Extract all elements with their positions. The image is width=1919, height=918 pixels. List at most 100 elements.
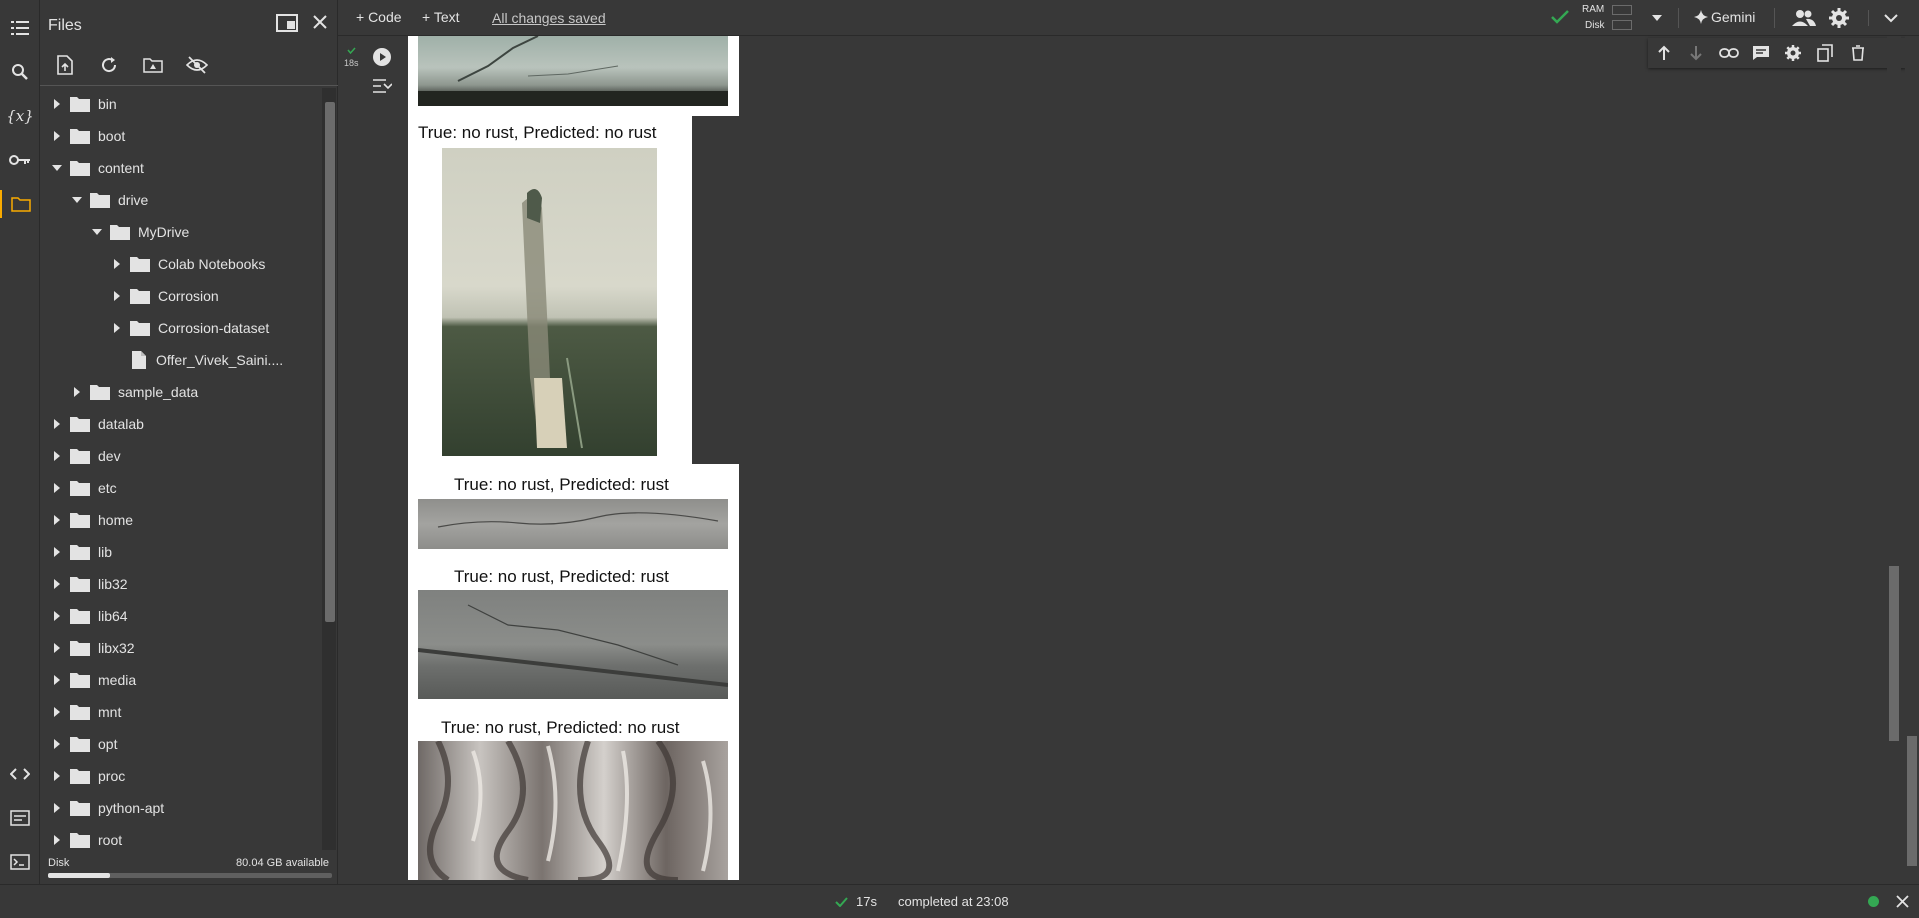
folder-row[interactable]: boot	[40, 120, 322, 152]
key-icon[interactable]	[6, 146, 34, 174]
sample-image	[418, 741, 728, 880]
folder-row[interactable]: sample_data	[40, 376, 322, 408]
caret-right-icon[interactable]	[50, 449, 64, 463]
caret-down-icon[interactable]	[90, 225, 104, 239]
folder-row[interactable]: datalab	[40, 408, 322, 440]
folder-row[interactable]: lib32	[40, 568, 322, 600]
settings-gear-icon[interactable]	[1828, 7, 1850, 29]
folder-row[interactable]: proc	[40, 760, 322, 792]
link-icon[interactable]	[1718, 43, 1739, 63]
folder-icon[interactable]	[0, 190, 40, 218]
add-text-button[interactable]: + Text	[422, 9, 460, 25]
run-cell-icon[interactable]	[372, 47, 392, 67]
prediction-caption: True: no rust, Predicted: rust	[454, 475, 669, 494]
folder-row[interactable]: lib64	[40, 600, 322, 632]
caret-right-icon[interactable]	[50, 417, 64, 431]
close-status-icon[interactable]	[1896, 895, 1909, 908]
folder-row[interactable]: home	[40, 504, 322, 536]
folder-row[interactable]: mnt	[40, 696, 322, 728]
caret-right-icon[interactable]	[50, 801, 64, 815]
disk-meter[interactable]	[1612, 20, 1632, 30]
folder-icon	[70, 640, 90, 656]
folder-row[interactable]: root	[40, 824, 322, 850]
scrollbar-thumb[interactable]	[1889, 566, 1899, 741]
folder-icon	[110, 224, 130, 240]
folder-icon	[70, 608, 90, 624]
comment-icon[interactable]	[1751, 43, 1771, 63]
delete-icon[interactable]	[1848, 43, 1868, 63]
save-status[interactable]: All changes saved	[492, 10, 606, 26]
scrollbar-thumb[interactable]	[1907, 736, 1917, 866]
output-scrollbar[interactable]	[1887, 36, 1901, 880]
command-palette-icon[interactable]	[6, 804, 34, 832]
move-down-icon[interactable]	[1686, 43, 1706, 63]
caret-right-icon[interactable]	[110, 257, 124, 271]
file-toolbar	[52, 52, 210, 78]
file-tree-scrollbar[interactable]	[322, 88, 336, 850]
menu-icon[interactable]	[6, 14, 34, 42]
folder-row[interactable]: drive	[40, 184, 322, 216]
folder-row[interactable]: content	[40, 152, 322, 184]
caret-right-icon[interactable]	[50, 641, 64, 655]
mount-drive-icon[interactable]	[140, 52, 166, 78]
caret-right-icon[interactable]	[50, 129, 64, 143]
caret-right-icon[interactable]	[50, 513, 64, 527]
upload-icon[interactable]	[52, 52, 78, 78]
caret-right-icon[interactable]	[50, 97, 64, 111]
caret-right-icon[interactable]	[50, 481, 64, 495]
gemini-button[interactable]: Gemini	[1711, 9, 1755, 25]
folder-row[interactable]: Colab Notebooks	[40, 248, 322, 280]
share-people-icon[interactable]	[1792, 9, 1816, 27]
folder-row[interactable]: opt	[40, 728, 322, 760]
output-actions-icon[interactable]	[372, 78, 392, 94]
variables-icon[interactable]: {x}	[6, 102, 34, 130]
sample-image	[418, 499, 728, 549]
folder-row[interactable]: MyDrive	[40, 216, 322, 248]
mirror-cell-icon[interactable]	[1815, 43, 1835, 63]
folder-row[interactable]: Corrosion-dataset	[40, 312, 322, 344]
caret-right-icon[interactable]	[110, 321, 124, 335]
cell-settings-icon[interactable]	[1783, 43, 1803, 63]
caret-right-icon[interactable]	[110, 289, 124, 303]
code-snippets-icon[interactable]	[6, 760, 34, 788]
scrollbar-thumb[interactable]	[325, 102, 335, 622]
terminal-icon[interactable]	[6, 848, 34, 876]
open-in-tab-icon[interactable]	[276, 14, 300, 38]
collapse-header-icon[interactable]	[1884, 13, 1898, 23]
caret-right-icon[interactable]	[50, 705, 64, 719]
folder-row[interactable]: bin	[40, 88, 322, 120]
caret-right-icon[interactable]	[50, 769, 64, 783]
tree-item-label: mnt	[98, 704, 122, 720]
disk-usage-bar	[48, 873, 332, 878]
caret-down-icon[interactable]	[50, 161, 64, 175]
folder-row[interactable]: etc	[40, 472, 322, 504]
chevron-down-icon[interactable]	[1651, 14, 1663, 22]
caret-right-icon[interactable]	[50, 577, 64, 591]
caret-right-icon[interactable]	[70, 385, 84, 399]
move-up-icon[interactable]	[1654, 43, 1674, 63]
tree-item-label: lib32	[98, 576, 128, 592]
folder-row[interactable]: lib	[40, 536, 322, 568]
refresh-icon[interactable]	[96, 52, 122, 78]
figure-gap	[692, 116, 739, 466]
close-icon[interactable]	[312, 14, 336, 38]
hide-hidden-files-icon[interactable]	[184, 52, 210, 78]
caret-right-icon[interactable]	[50, 609, 64, 623]
caret-right-icon[interactable]	[50, 545, 64, 559]
folder-row[interactable]: libx32	[40, 632, 322, 664]
file-row[interactable]: Offer_Vivek_Saini....	[40, 344, 322, 376]
folder-row[interactable]: python-apt	[40, 792, 322, 824]
search-icon[interactable]	[6, 58, 34, 86]
folder-row[interactable]: Corrosion	[40, 280, 322, 312]
folder-row[interactable]: media	[40, 664, 322, 696]
notebook-scrollbar[interactable]	[1905, 36, 1919, 880]
caret-down-icon[interactable]	[70, 193, 84, 207]
folder-row[interactable]: dev	[40, 440, 322, 472]
tree-item-label: Colab Notebooks	[158, 256, 266, 272]
caret-right-icon[interactable]	[50, 673, 64, 687]
caret-right-icon[interactable]	[50, 737, 64, 751]
status-message[interactable]: completed at 23:08	[898, 894, 1009, 909]
add-code-button[interactable]: + Code	[356, 9, 402, 25]
ram-meter[interactable]	[1612, 5, 1632, 15]
caret-right-icon[interactable]	[50, 833, 64, 847]
